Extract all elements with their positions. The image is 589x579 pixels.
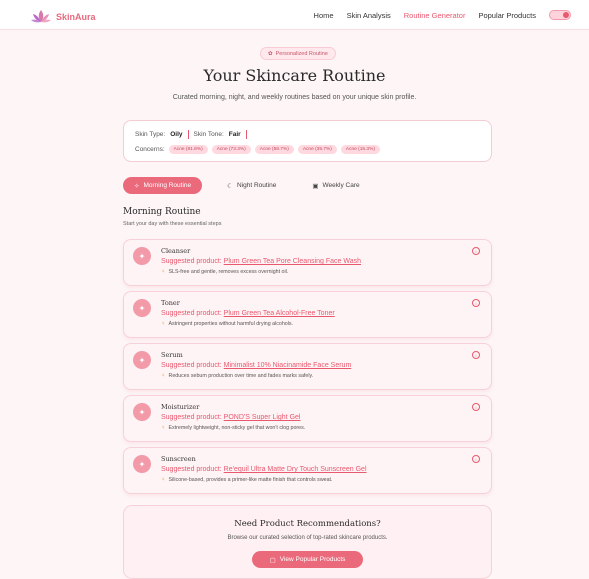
step-product: Suggested product: Minimalist 10% Niacin… (161, 362, 351, 369)
routine-step-cleanser[interactable]: ✦ Cleanser Suggested product: Plum Green… (123, 239, 492, 286)
lotus-icon (31, 10, 51, 23)
reco-subtitle: Browse our curated selection of top-rate… (227, 535, 388, 541)
tab-label: Night Routine (236, 182, 277, 189)
section-title: Morning Routine (123, 207, 201, 217)
nav-skin-analysis[interactable]: Skin Analysis (347, 11, 391, 20)
main-nav: Home Skin Analysis Routine Generator Pop… (314, 10, 571, 20)
brand-logo[interactable]: SkinAura (30, 8, 96, 26)
skin-tone-label: Skin Tone: (193, 131, 224, 138)
step-tip: ♀ Extremely lightweight, non-sticky gel t… (161, 425, 305, 431)
step-tip: ♀ Reduces sebum production over time and … (161, 373, 313, 379)
sparkles-icon: ✦ (133, 403, 151, 421)
section-subtitle: Start your day with these essential step… (123, 221, 222, 227)
nav-routine-generator[interactable]: Routine Generator (404, 11, 466, 20)
step-name: Toner (161, 299, 180, 307)
theme-toggle[interactable] (549, 10, 571, 20)
step-name: Sunscreen (161, 455, 196, 463)
routine-step-toner[interactable]: ✦ Toner Suggested product: Plum Green Te… (123, 291, 492, 338)
step-tip: ♀ SLS-free and gentle, removes excess ove… (161, 269, 288, 275)
calendar-icon: ▣ (312, 182, 319, 190)
recommendation-card: Need Product Recommendations? Browse our… (123, 505, 492, 579)
routine-step-serum[interactable]: ✦ Serum Suggested product: Minimalist 10… (123, 343, 492, 390)
tab-weekly-care[interactable]: ▣ Weekly Care (301, 177, 370, 194)
moon-icon: ☾ (227, 182, 233, 190)
nav-popular-products[interactable]: Popular Products (478, 11, 536, 20)
sparkles-icon: ✦ (133, 351, 151, 369)
bag-icon: ▢ (269, 556, 276, 564)
step-product: Suggested product: Plum Green Tea Alcoho… (161, 310, 335, 317)
product-link[interactable]: Minimalist 10% Niacinamide Face Serum (224, 362, 352, 369)
concerns-label: Concerns: (135, 146, 165, 153)
routine-tabs: ✧ Morning Routine ☾ Night Routine ▣ Week… (123, 177, 371, 194)
skin-type-value: Oily (170, 131, 183, 138)
product-prefix: Suggested product: (161, 310, 222, 317)
concern-chip: Acne (15.3%) (340, 145, 380, 154)
button-label: View Popular Products (279, 556, 346, 563)
product-link[interactable]: POND'S Super Light Gel (224, 414, 301, 421)
concern-chip: Acne (58.7%) (254, 145, 294, 154)
top-navigation-bar: SkinAura Home Skin Analysis Routine Gene… (0, 0, 589, 30)
routine-step-moisturizer[interactable]: ✦ Moisturizer Suggested product: POND'S … (123, 395, 492, 442)
page-title: Your Skincare Routine (203, 66, 386, 85)
product-prefix: Suggested product: (161, 466, 222, 473)
sparkles-icon: ✦ (133, 455, 151, 473)
info-icon[interactable]: i (472, 455, 480, 463)
tip-text: Silicone-based, provides a primer-like m… (168, 477, 333, 483)
tab-label: Weekly Care (322, 182, 360, 189)
skin-type-label: Skin Type: (135, 131, 166, 138)
tab-night-routine[interactable]: ☾ Night Routine (216, 177, 287, 194)
skin-tone-value: Fair (228, 131, 241, 138)
lightbulb-icon: ♀ (161, 373, 166, 379)
skin-profile-row: Skin Type: Oily Skin Tone: Fair (135, 130, 247, 139)
info-icon[interactable]: i (472, 351, 480, 359)
tab-morning-routine[interactable]: ✧ Morning Routine (123, 177, 203, 194)
step-name: Moisturizer (161, 403, 200, 411)
tip-text: Reduces sebum production over time and f… (168, 373, 314, 379)
product-prefix: Suggested product: (161, 258, 222, 265)
step-product: Suggested product: Re'equil Ultra Matte … (161, 466, 367, 473)
sun-icon: ✧ (134, 182, 140, 190)
concerns-row: Concerns: Acne (81.8%) Acne (73.3%) Acne… (135, 145, 380, 154)
view-popular-products-button[interactable]: ▢ View Popular Products (252, 551, 363, 568)
tip-text: SLS-free and gentle, removes excess over… (168, 269, 289, 275)
tab-label: Morning Routine (143, 182, 192, 189)
tip-text: Extremely lightweight, non-sticky gel th… (168, 425, 306, 431)
info-icon[interactable]: i (472, 403, 480, 411)
nav-home[interactable]: Home (314, 11, 334, 20)
lightbulb-icon: ♀ (161, 477, 166, 483)
concern-chip: Acne (35.7%) (297, 145, 337, 154)
step-name: Cleanser (161, 247, 191, 255)
tip-text: Astringent properties without harmful dr… (168, 321, 294, 327)
step-name: Serum (161, 351, 183, 359)
product-link[interactable]: Plum Green Tea Pore Cleansing Face Wash (224, 258, 361, 265)
product-prefix: Suggested product: (161, 362, 222, 369)
skin-profile-card: Skin Type: Oily Skin Tone: Fair Concerns… (123, 120, 492, 162)
product-prefix: Suggested product: (161, 414, 222, 421)
step-tip: ♀ Silicone-based, provides a primer-like … (161, 477, 332, 483)
sparkles-icon: ✦ (133, 247, 151, 265)
product-link[interactable]: Re'equil Ultra Matte Dry Touch Sunscreen… (224, 466, 367, 473)
brand-name: SkinAura (56, 12, 96, 22)
page-subtitle: Curated morning, night, and weekly routi… (172, 94, 417, 101)
personalized-badge: ✿ Personalized Routine (260, 47, 336, 60)
info-icon[interactable]: i (472, 299, 480, 307)
lightbulb-icon: ♀ (161, 269, 166, 275)
info-icon[interactable]: i (472, 247, 480, 255)
step-product: Suggested product: Plum Green Tea Pore C… (161, 258, 361, 265)
step-tip: ♀ Astringent properties without harmful d… (161, 321, 293, 327)
routine-step-sunscreen[interactable]: ✦ Sunscreen Suggested product: Re'equil … (123, 447, 492, 494)
reco-title: Need Product Recommendations? (234, 519, 381, 529)
product-link[interactable]: Plum Green Tea Alcohol-Free Toner (224, 310, 335, 317)
lightbulb-icon: ♀ (161, 321, 166, 327)
lightbulb-icon: ♀ (161, 425, 166, 431)
divider (187, 130, 189, 139)
sparkle-icon: ✿ (268, 50, 273, 57)
divider (245, 130, 247, 139)
concern-chip: Acne (81.8%) (168, 145, 208, 154)
sparkles-icon: ✦ (133, 299, 151, 317)
concern-chip: Acne (73.3%) (211, 145, 251, 154)
badge-label: Personalized Routine (275, 50, 328, 57)
step-product: Suggested product: POND'S Super Light Ge… (161, 414, 301, 421)
